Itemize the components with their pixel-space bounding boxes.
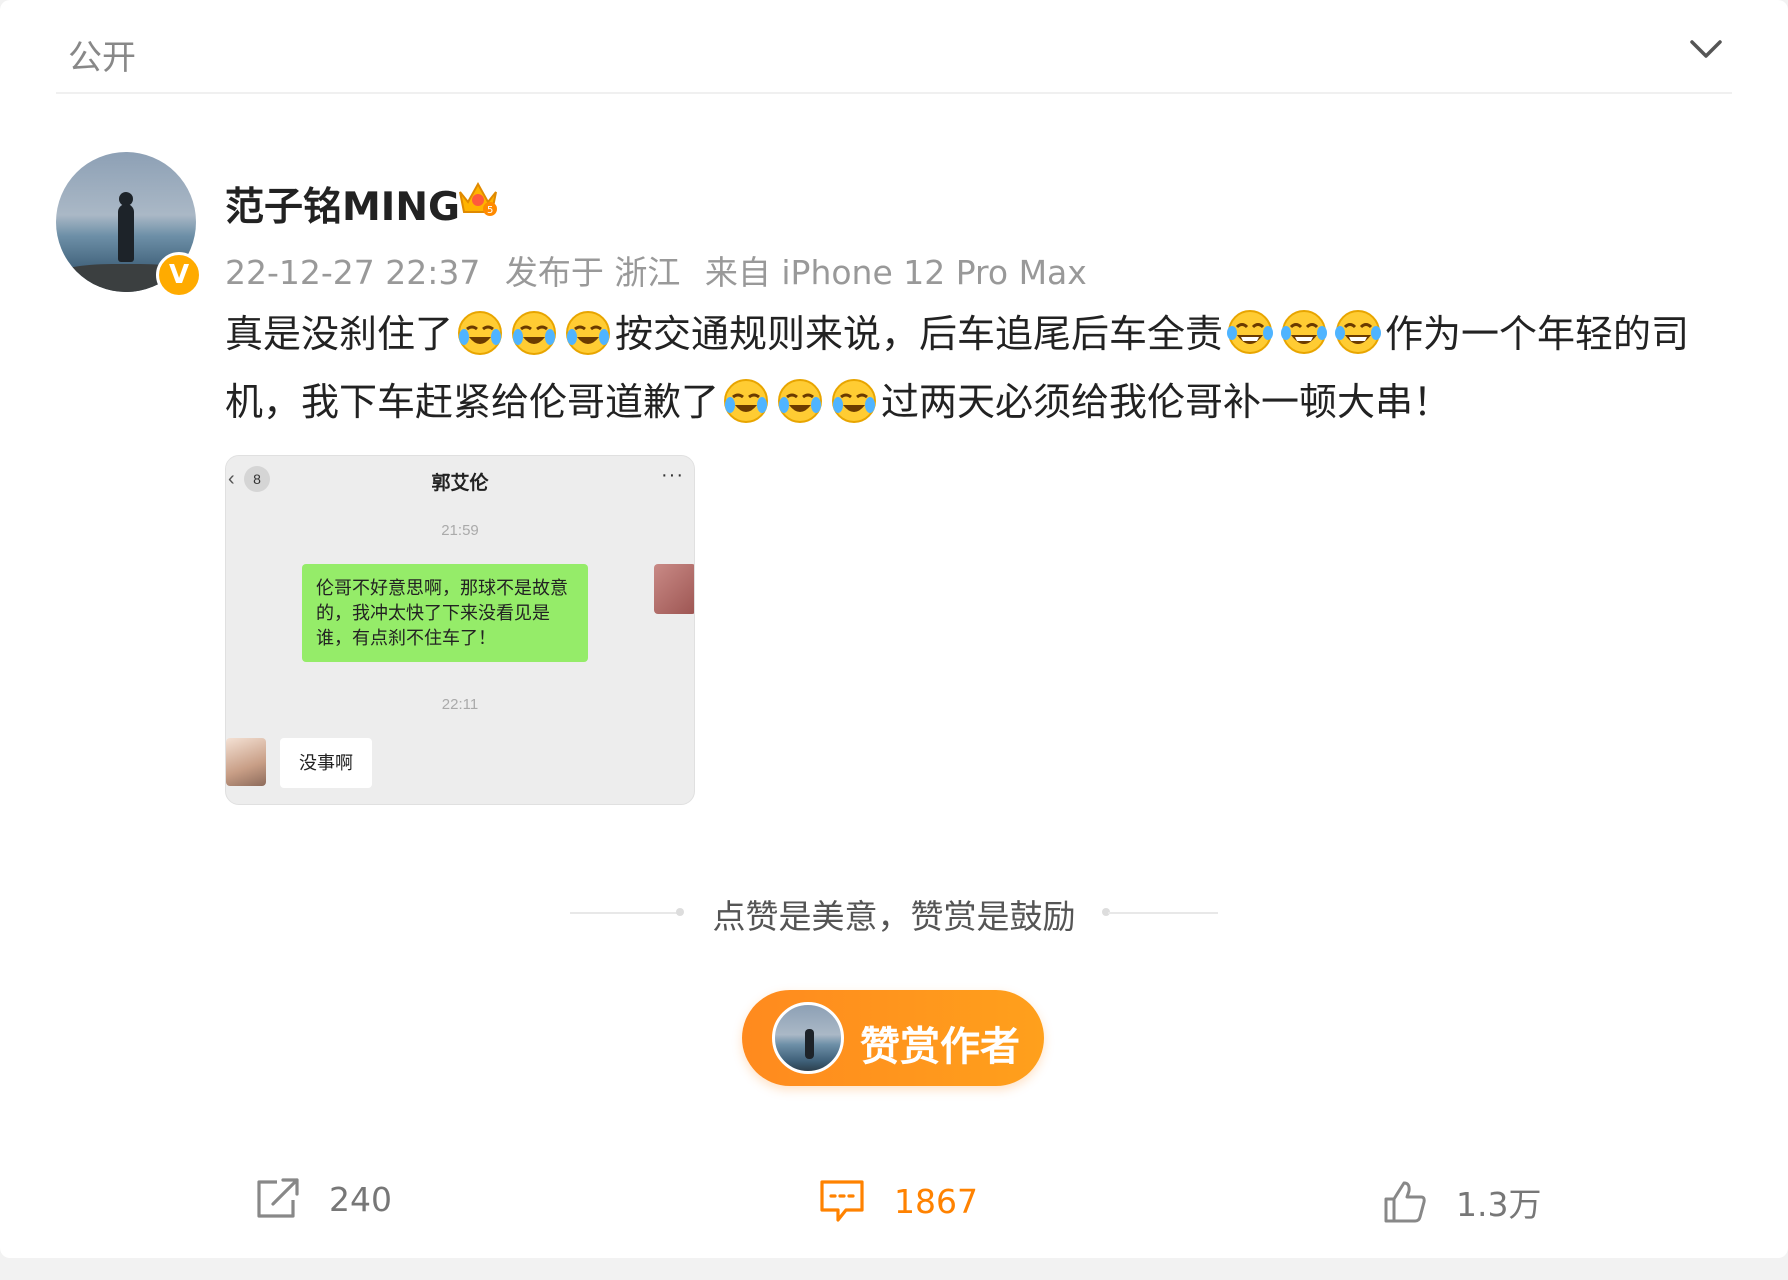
chat-avatar bbox=[654, 564, 694, 614]
share-button[interactable]: 240 bbox=[255, 1178, 392, 1220]
svg-text:5: 5 bbox=[487, 205, 493, 216]
post-text-part: 真是没刹住了 bbox=[225, 312, 454, 356]
post-text-part: 过两天必须给我伦哥补一顿大串！ bbox=[881, 380, 1452, 424]
reward-tagline: 点赞是美意，赞赏是鼓励 bbox=[712, 897, 1076, 936]
thumbs-up-icon bbox=[1384, 1181, 1426, 1223]
chat-time: 22:11 bbox=[441, 696, 479, 713]
crying-laughing-emoji-icon bbox=[832, 379, 877, 423]
post-location: 发布于 浙江 bbox=[504, 253, 681, 292]
comment-button[interactable]: 1867 bbox=[818, 1178, 978, 1224]
avatar bbox=[772, 1002, 844, 1074]
post-image[interactable]: ‹ 8 郭艾伦 ··· 21:59 伦哥不好意思啊，那球不是故意的，我冲太快了下… bbox=[225, 455, 695, 805]
header-divider bbox=[56, 92, 1732, 94]
reward-button-label: 赞赏作者 bbox=[860, 1024, 1020, 1070]
post-text-part: 按交通规则来说，后车追尾后车全责 bbox=[615, 312, 1224, 356]
crying-laughing-emoji-icon bbox=[512, 311, 557, 355]
post-text: 真是没刹住了 按交通规则来说，后车追尾后车全责 作为一个年轻的司机，我下车赶紧给伦哥… bbox=[225, 300, 1735, 436]
post-meta: 22-12-27 22:37 发布于 浙江 来自 iPhone 12 Pro M… bbox=[225, 246, 1101, 294]
divider bbox=[1108, 912, 1218, 914]
chat-message-sent: 伦哥不好意思啊，那球不是故意的，我冲太快了下来没看见是谁，有点刹不住车了！ bbox=[302, 564, 588, 662]
crying-laughing-emoji-icon bbox=[778, 379, 823, 423]
post-timestamp[interactable]: 22-12-27 22:37 bbox=[225, 253, 480, 292]
visibility-label[interactable]: 公开 bbox=[68, 30, 136, 79]
reward-author-button[interactable]: 赞赏作者 bbox=[742, 990, 1044, 1086]
author-name[interactable]: 范子铭MING bbox=[225, 176, 460, 232]
post-source: 来自 iPhone 12 Pro Max bbox=[704, 253, 1087, 292]
comment-icon bbox=[820, 1180, 864, 1222]
chevron-down-icon[interactable] bbox=[1686, 34, 1726, 64]
like-button[interactable]: 1.3万 bbox=[1382, 1178, 1541, 1226]
share-icon bbox=[257, 1178, 299, 1218]
chat-message-received: 没事啊 bbox=[280, 738, 372, 788]
post-card: 公开 V 范子铭MING 5 22-12-27 22:37 发布于 浙江 来自 … bbox=[0, 0, 1788, 1258]
verified-badge-icon: V bbox=[156, 252, 202, 298]
chat-time: 21:59 bbox=[441, 522, 479, 539]
crying-laughing-emoji-icon bbox=[724, 379, 769, 423]
tears-of-joy-emoji-icon bbox=[1227, 310, 1274, 354]
more-icon: ··· bbox=[661, 464, 684, 486]
chat-contact-name: 郭艾伦 bbox=[431, 473, 489, 494]
comment-count: 1867 bbox=[894, 1181, 978, 1221]
share-count: 240 bbox=[329, 1179, 392, 1219]
chat-avatar bbox=[226, 738, 266, 786]
tears-of-joy-emoji-icon bbox=[1335, 310, 1382, 354]
like-count: 1.3万 bbox=[1456, 1185, 1542, 1224]
crying-laughing-emoji-icon bbox=[458, 311, 503, 355]
tears-of-joy-emoji-icon bbox=[1281, 310, 1328, 354]
crown-icon: 5 bbox=[459, 181, 497, 216]
crying-laughing-emoji-icon bbox=[566, 311, 611, 355]
